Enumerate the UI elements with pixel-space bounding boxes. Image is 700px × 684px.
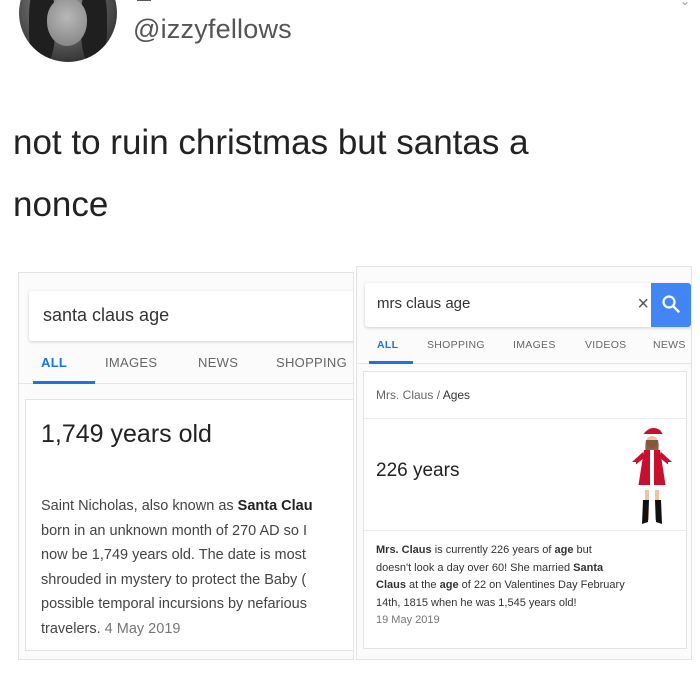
search-icon xyxy=(662,295,680,313)
tab-images[interactable]: IMAGES xyxy=(513,339,556,351)
active-tab-indicator xyxy=(33,381,95,384)
active-tab-indicator xyxy=(369,361,413,364)
tab-images[interactable]: IMAGES xyxy=(105,355,157,370)
user-handle[interactable]: @izzyfellows xyxy=(133,14,292,45)
mrs-claus-search-screenshot: mrs claus age × ALL SHOPPING IMAGES VIDE… xyxy=(356,266,692,660)
snippet-text: but xyxy=(573,544,592,556)
snippet-text: doesn't look a day over 60! She married xyxy=(376,561,574,574)
answer-snippet: Saint Nicholas, also known as Santa Clau… xyxy=(41,494,353,641)
breadcrumb-separator: / xyxy=(436,388,441,402)
snippet-bold: Claus xyxy=(376,579,406,591)
snippet-text: is currently 226 years of xyxy=(431,544,555,556)
answer-card: Mrs. Claus / Ages 226 years Mrs. Claus i… xyxy=(363,371,687,649)
display-name-fragment xyxy=(137,0,151,1)
avatar[interactable] xyxy=(19,0,117,62)
tab-videos[interactable]: VIDEOS xyxy=(585,339,626,351)
tweet-text-line: not to ruin christmas but santas a xyxy=(13,123,529,162)
snippet-text: born in an unknown month of 270 AD so I xyxy=(41,522,308,539)
search-input[interactable]: santa claus age xyxy=(43,305,169,326)
card-divider xyxy=(364,530,686,531)
breadcrumb-current: Ages xyxy=(442,388,471,402)
answer-value: 1,749 years old xyxy=(41,420,212,448)
snippet-text: shrouded in mystery to protect the Baby … xyxy=(41,571,307,588)
tab-shopping[interactable]: SHOPPING xyxy=(276,355,347,370)
search-input[interactable]: mrs claus age xyxy=(377,295,470,312)
tweet-text-line: nonce xyxy=(13,185,109,224)
tweet-text: not to ruin christmas but santas a nonce xyxy=(13,112,673,236)
snippet-text: Saint Nicholas, also known as xyxy=(41,498,238,514)
snippet-text: at the xyxy=(405,579,440,591)
snippet-bold: Santa Clau xyxy=(237,498,313,514)
tab-shopping[interactable]: SHOPPING xyxy=(427,339,485,351)
snippet-bold: age xyxy=(554,544,574,556)
close-icon[interactable]: × xyxy=(637,293,649,316)
snippet-text: possible temporal incursions by nefariou… xyxy=(41,596,307,612)
answer-snippet: Mrs. Claus is currently 226 years of age… xyxy=(376,542,681,630)
tab-news[interactable]: NEWS xyxy=(198,355,238,370)
snippet-bold: Santa xyxy=(573,561,604,574)
snippet-bold: Mrs. Claus xyxy=(376,544,432,556)
snippet-text: of 22 on Valentines Day February xyxy=(458,579,625,591)
breadcrumb-parent[interactable]: Mrs. Claus xyxy=(376,388,433,402)
snippet-text: travelers. xyxy=(41,620,101,637)
tab-news[interactable]: NEWS xyxy=(653,339,686,351)
search-box[interactable]: santa claus age xyxy=(29,291,353,341)
snippet-text: 14th, 1815 when he was 1,545 years old! xyxy=(376,596,577,609)
santa-search-screenshot: santa claus age ALL IMAGES NEWS SHOPPING… xyxy=(18,272,354,660)
search-button[interactable] xyxy=(651,283,691,327)
card-divider xyxy=(364,418,686,419)
breadcrumb: Mrs. Claus / Ages xyxy=(376,388,470,402)
chevron-down-icon[interactable]: ⌄ xyxy=(680,0,690,8)
snippet-bold: age xyxy=(439,579,459,591)
tweet-header: @izzyfellows ⌄ xyxy=(0,0,700,80)
tab-all[interactable]: ALL xyxy=(377,339,398,351)
mrs-claus-image xyxy=(630,426,674,524)
snippet-text: now be 1,749 years old. The date is most xyxy=(41,547,306,563)
snippet-date: 4 May 2019 xyxy=(104,620,181,637)
search-box[interactable]: mrs claus age × xyxy=(365,283,691,327)
answer-value: 226 years xyxy=(376,460,460,481)
tab-all[interactable]: ALL xyxy=(41,355,67,370)
snippet-date: 19 May 2019 xyxy=(376,614,440,626)
answer-card: 1,749 years old Saint Nicholas, also kno… xyxy=(25,399,353,651)
